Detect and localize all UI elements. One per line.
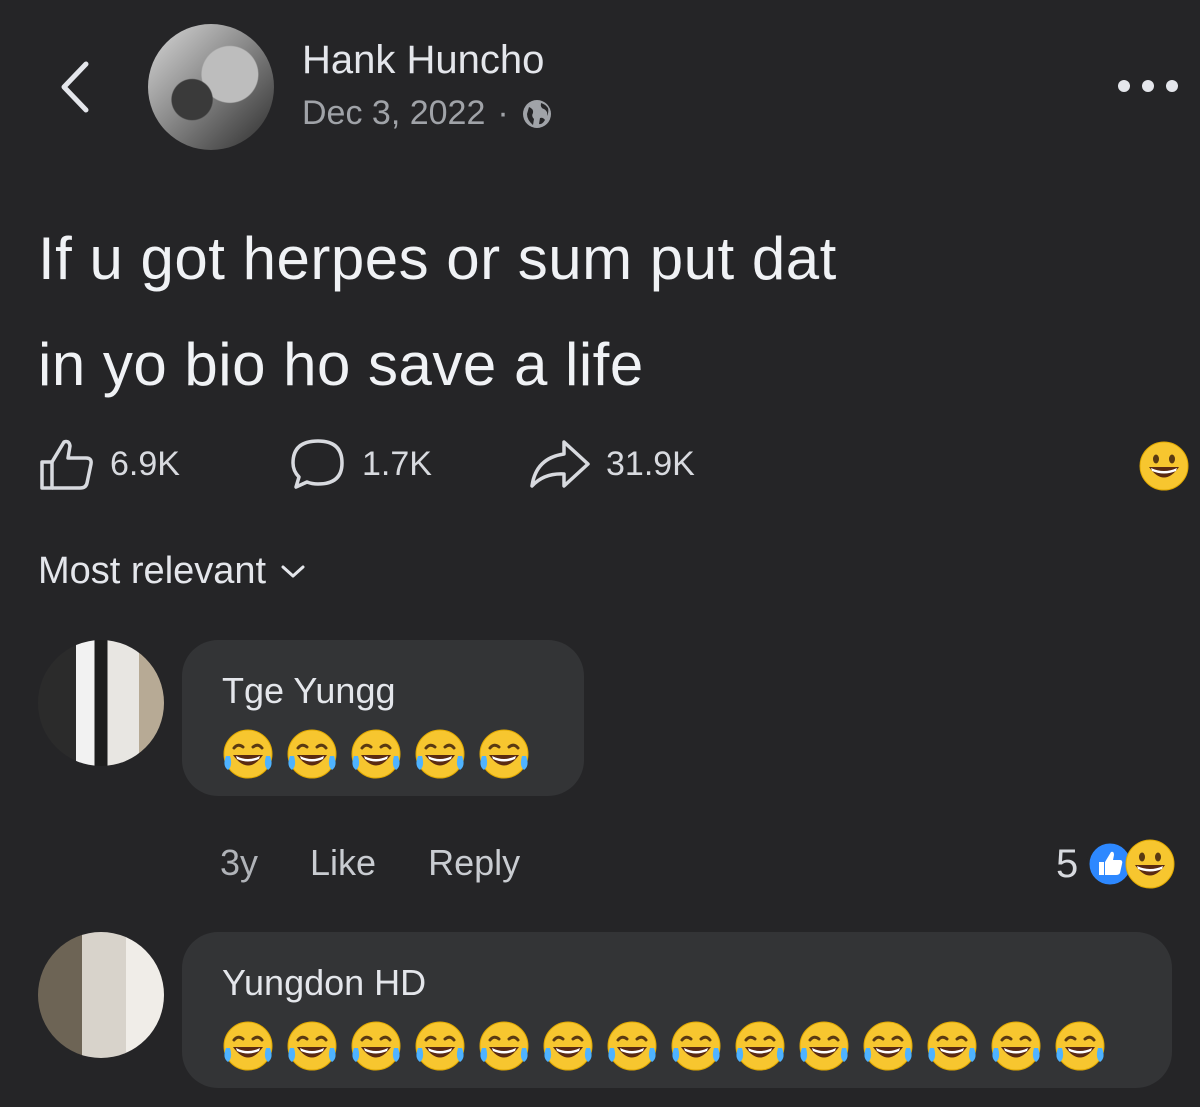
like-icon <box>40 439 93 490</box>
laughing-emoji-icon <box>924 1018 980 1074</box>
laughing-emoji-icon <box>476 726 532 782</box>
laughing-emoji-icon <box>988 1018 1044 1074</box>
laughing-emoji-icon <box>412 1018 468 1074</box>
share-button[interactable]: 31.9K <box>528 436 695 492</box>
commenter-avatar[interactable] <box>38 640 164 766</box>
like-count: 6.9K <box>110 444 180 483</box>
laughing-emoji-icon <box>1052 1018 1108 1074</box>
post-text-line-2: in yo bio ho save a life <box>38 331 644 398</box>
laughing-emoji-icon <box>604 1018 660 1074</box>
comment-count: 1.7K <box>362 444 432 483</box>
comment-actions: 3y Like Reply <box>220 842 520 884</box>
comment-emoji-row <box>220 1018 1108 1074</box>
laughing-emoji-icon <box>860 1018 916 1074</box>
like-button[interactable]: 6.9K <box>38 436 180 492</box>
commenter-name[interactable]: Yungdon HD <box>222 962 426 1004</box>
comment-bubble: Tge Yungg <box>182 640 584 796</box>
laughing-emoji-icon <box>220 1018 276 1074</box>
commenter-name[interactable]: Tge Yungg <box>222 670 396 712</box>
globe-icon <box>522 99 551 128</box>
more-dots-icon <box>1118 80 1130 92</box>
back-button[interactable] <box>52 52 102 122</box>
back-chevron-icon <box>61 61 89 113</box>
meta-separator: · <box>497 94 509 132</box>
grin-emoji-icon <box>1124 838 1176 890</box>
reaction-count: 5 <box>1056 841 1079 886</box>
post-text-line-1: If u got herpes or sum put dat <box>38 225 837 292</box>
laughing-emoji-icon <box>796 1018 852 1074</box>
comment-reply-button[interactable]: Reply <box>428 842 520 884</box>
chevron-down-icon <box>281 565 305 577</box>
laughing-emoji-icon <box>348 726 404 782</box>
post-date[interactable]: Dec 3, 2022 <box>302 94 485 133</box>
comment-reactions[interactable]: 5 <box>1056 838 1176 890</box>
laughing-emoji-icon <box>348 1018 404 1074</box>
laughing-emoji-icon <box>476 1018 532 1074</box>
comment-icon <box>291 439 344 489</box>
author-name[interactable]: Hank Huncho <box>302 38 544 83</box>
comment-emoji-row <box>220 726 532 782</box>
laughing-emoji-icon <box>668 1018 724 1074</box>
share-icon <box>530 440 590 488</box>
laughing-emoji-icon <box>412 726 468 782</box>
comment-bubble: Yungdon HD <box>182 932 1172 1088</box>
laughing-emoji-icon <box>284 726 340 782</box>
more-options-button[interactable] <box>1118 74 1178 98</box>
sort-dropdown[interactable]: Most relevant <box>38 550 306 593</box>
commenter-avatar[interactable] <box>38 932 164 1058</box>
comment-age: 3y <box>220 842 259 883</box>
comment-button[interactable]: 1.7K <box>288 436 432 492</box>
comment-like-button[interactable]: Like <box>310 842 376 884</box>
share-count: 31.9K <box>606 444 695 483</box>
laughing-emoji-icon <box>732 1018 788 1074</box>
grin-emoji-icon[interactable] <box>1138 440 1190 492</box>
laughing-emoji-icon <box>284 1018 340 1074</box>
laughing-emoji-icon <box>540 1018 596 1074</box>
post-text: If u got herpes or sum put dat in yo bio… <box>38 206 1178 418</box>
sort-label: Most relevant <box>38 550 267 592</box>
post-meta: Dec 3, 2022 · <box>302 94 553 133</box>
laughing-emoji-icon <box>220 726 276 782</box>
author-avatar[interactable] <box>148 24 274 150</box>
